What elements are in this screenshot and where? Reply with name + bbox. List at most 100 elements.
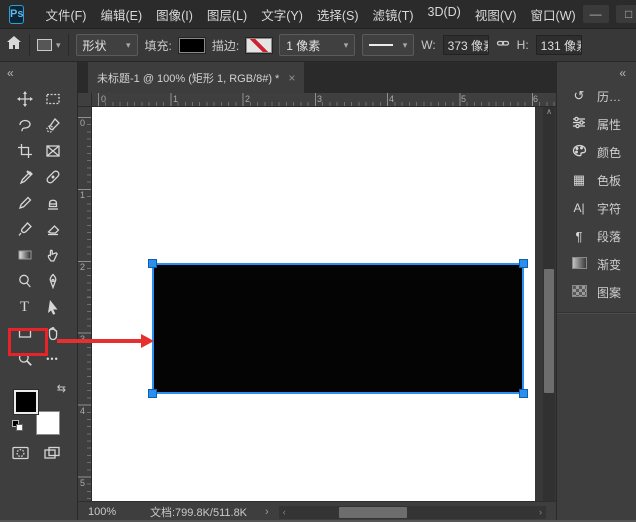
menu-edit[interactable]: 编辑(E) — [93, 5, 149, 24]
history-brush-tool[interactable] — [12, 216, 38, 242]
menu-layer[interactable]: 图层(L) — [200, 5, 254, 24]
shape-width-field[interactable]: 373 像素 — [443, 35, 489, 55]
canvas[interactable] — [92, 107, 535, 501]
dodge-tool[interactable] — [12, 268, 38, 294]
color-swatches: ⇆ — [12, 384, 66, 440]
stroke-color-swatch[interactable] — [246, 38, 272, 53]
pencil-tool[interactable] — [12, 190, 38, 216]
fill-label: 填充: — [145, 37, 172, 54]
gradient-tool[interactable] — [12, 242, 38, 268]
smudge-tool[interactable] — [40, 242, 66, 268]
shape-mode-select[interactable]: 形状 ▾ — [76, 34, 138, 56]
menu-type[interactable]: 文字(Y) — [254, 5, 310, 24]
swatches-grid-icon: ▦ — [570, 172, 588, 188]
transform-handle-bottom-right[interactable] — [520, 390, 527, 397]
status-chevron-icon[interactable]: › — [265, 506, 269, 518]
panel-tab-swatches[interactable]: ▦ 色板 — [557, 166, 636, 194]
panel-tab-character[interactable]: A| 字符 — [557, 194, 636, 222]
transform-handle-bottom-left[interactable] — [149, 390, 156, 397]
move-tool[interactable] — [12, 86, 38, 112]
width-label: W: — [421, 38, 435, 52]
eyedropper-tool[interactable] — [12, 164, 38, 190]
tool-preset-picker[interactable]: ▾ — [37, 39, 61, 51]
horizontal-scrollbar[interactable]: ‹ › — [279, 506, 546, 519]
healing-brush-tool[interactable] — [40, 164, 66, 190]
default-colors-icon[interactable] — [12, 420, 23, 431]
tab-close-icon[interactable]: × — [288, 71, 295, 85]
panel-tab-history[interactable]: ↺ 历… — [557, 82, 636, 110]
document-tab-title: 未标题-1 @ 100% (矩形 1, RGB/8#) * — [97, 70, 279, 86]
foreground-color-swatch[interactable] — [14, 390, 38, 414]
character-icon: A| — [570, 201, 588, 215]
scroll-right-icon[interactable]: › — [539, 507, 542, 517]
panel-tab-color[interactable]: 颜色 — [557, 138, 636, 166]
type-tool[interactable]: T — [12, 294, 38, 320]
panel-dock: « ↺ 历… 属性 颜色 ▦ 色板 A| 字符 ¶ — [556, 62, 636, 522]
pattern-icon — [570, 285, 588, 300]
vertical-scroll-thumb[interactable] — [544, 269, 554, 393]
horizontal-scroll-thumb[interactable] — [339, 507, 407, 518]
screen-mode-icon[interactable] — [44, 446, 61, 465]
zoom-level[interactable]: 100% — [88, 506, 150, 518]
pen-tool[interactable] — [40, 268, 66, 294]
menu-3d[interactable]: 3D(D) — [421, 5, 468, 24]
shape-height-field[interactable]: 131 像素 — [536, 35, 582, 55]
stroke-width-select[interactable]: 1 像素 ▾ — [279, 34, 355, 56]
chevron-down-icon: ▾ — [126, 40, 131, 51]
fill-color-swatch[interactable] — [179, 38, 205, 53]
swap-colors-icon[interactable]: ⇆ — [57, 382, 66, 395]
collapse-tools-icon[interactable]: « — [7, 66, 14, 80]
lasso-tool[interactable] — [12, 112, 38, 138]
scroll-left-icon[interactable]: ‹ — [283, 507, 286, 517]
status-bar: 100% 文档:799.8K/511.8K › ‹ › — [78, 501, 556, 522]
paragraph-icon: ¶ — [570, 229, 588, 244]
menu-image[interactable]: 图像(I) — [149, 5, 200, 24]
ruler-origin-box[interactable] — [78, 93, 92, 107]
stroke-type-select[interactable]: ▾ — [362, 34, 414, 56]
maximize-button[interactable]: □ — [616, 5, 636, 23]
vertical-scrollbar[interactable]: ∧ — [543, 107, 555, 501]
clone-stamp-tool[interactable] — [40, 190, 66, 216]
properties-icon — [570, 116, 588, 132]
crop-tool[interactable] — [12, 138, 38, 164]
link-dimensions-icon[interactable] — [496, 36, 510, 55]
menu-file[interactable]: 文件(F) — [38, 5, 93, 24]
menu-view[interactable]: 视图(V) — [468, 5, 524, 24]
panel-tab-paragraph[interactable]: ¶ 段落 — [557, 222, 636, 250]
document-size-info: 文档:799.8K/511.8K — [150, 504, 247, 520]
panel-dock-footer — [557, 312, 636, 522]
horizontal-ruler: 01 23 45 6 — [92, 93, 556, 107]
menu-filter[interactable]: 滤镜(T) — [366, 5, 421, 24]
gradient-icon — [570, 257, 588, 272]
transform-handle-top-left[interactable] — [149, 260, 156, 267]
scroll-up-icon[interactable]: ∧ — [543, 107, 555, 116]
eraser-tool[interactable] — [40, 216, 66, 242]
path-select-tool[interactable] — [40, 294, 66, 320]
transform-handle-top-right[interactable] — [520, 260, 527, 267]
collapse-panels-icon[interactable]: « — [619, 66, 626, 80]
annotation-highlight-rectangle-tool — [8, 328, 48, 356]
panel-tab-pattern[interactable]: 图案 — [557, 278, 636, 306]
solid-line-icon — [369, 44, 393, 46]
panel-tab-properties[interactable]: 属性 — [557, 110, 636, 138]
marquee-tool[interactable] — [40, 86, 66, 112]
quick-select-tool[interactable] — [40, 112, 66, 138]
document-area: 未标题-1 @ 100% (矩形 1, RGB/8#) * × 01 23 45… — [78, 62, 556, 522]
stroke-label: 描边: — [212, 37, 239, 54]
menu-window[interactable]: 窗口(W) — [524, 5, 583, 24]
frame-tool[interactable] — [40, 138, 66, 164]
chevron-down-icon: ▾ — [403, 40, 408, 51]
home-icon[interactable] — [6, 35, 22, 55]
minimize-button[interactable]: — — [583, 5, 609, 23]
quick-mask-icon[interactable] — [12, 446, 29, 465]
document-tab[interactable]: 未标题-1 @ 100% (矩形 1, RGB/8#) * × — [88, 62, 304, 93]
background-color-swatch[interactable] — [36, 411, 60, 435]
title-bar: Ps 文件(F) 编辑(E) 图像(I) 图层(L) 文字(Y) 选择(S) 滤… — [0, 0, 636, 28]
black-rectangle-shape[interactable] — [152, 263, 524, 394]
chevron-down-icon: ▾ — [56, 40, 61, 51]
menu-select[interactable]: 选择(S) — [310, 5, 366, 24]
color-palette-icon — [570, 144, 588, 160]
photoshop-window: Ps 文件(F) 编辑(E) 图像(I) 图层(L) 文字(Y) 选择(S) 滤… — [0, 0, 636, 522]
panel-tab-gradient[interactable]: 渐变 — [557, 250, 636, 278]
pasteboard: ∧ — [535, 107, 556, 501]
